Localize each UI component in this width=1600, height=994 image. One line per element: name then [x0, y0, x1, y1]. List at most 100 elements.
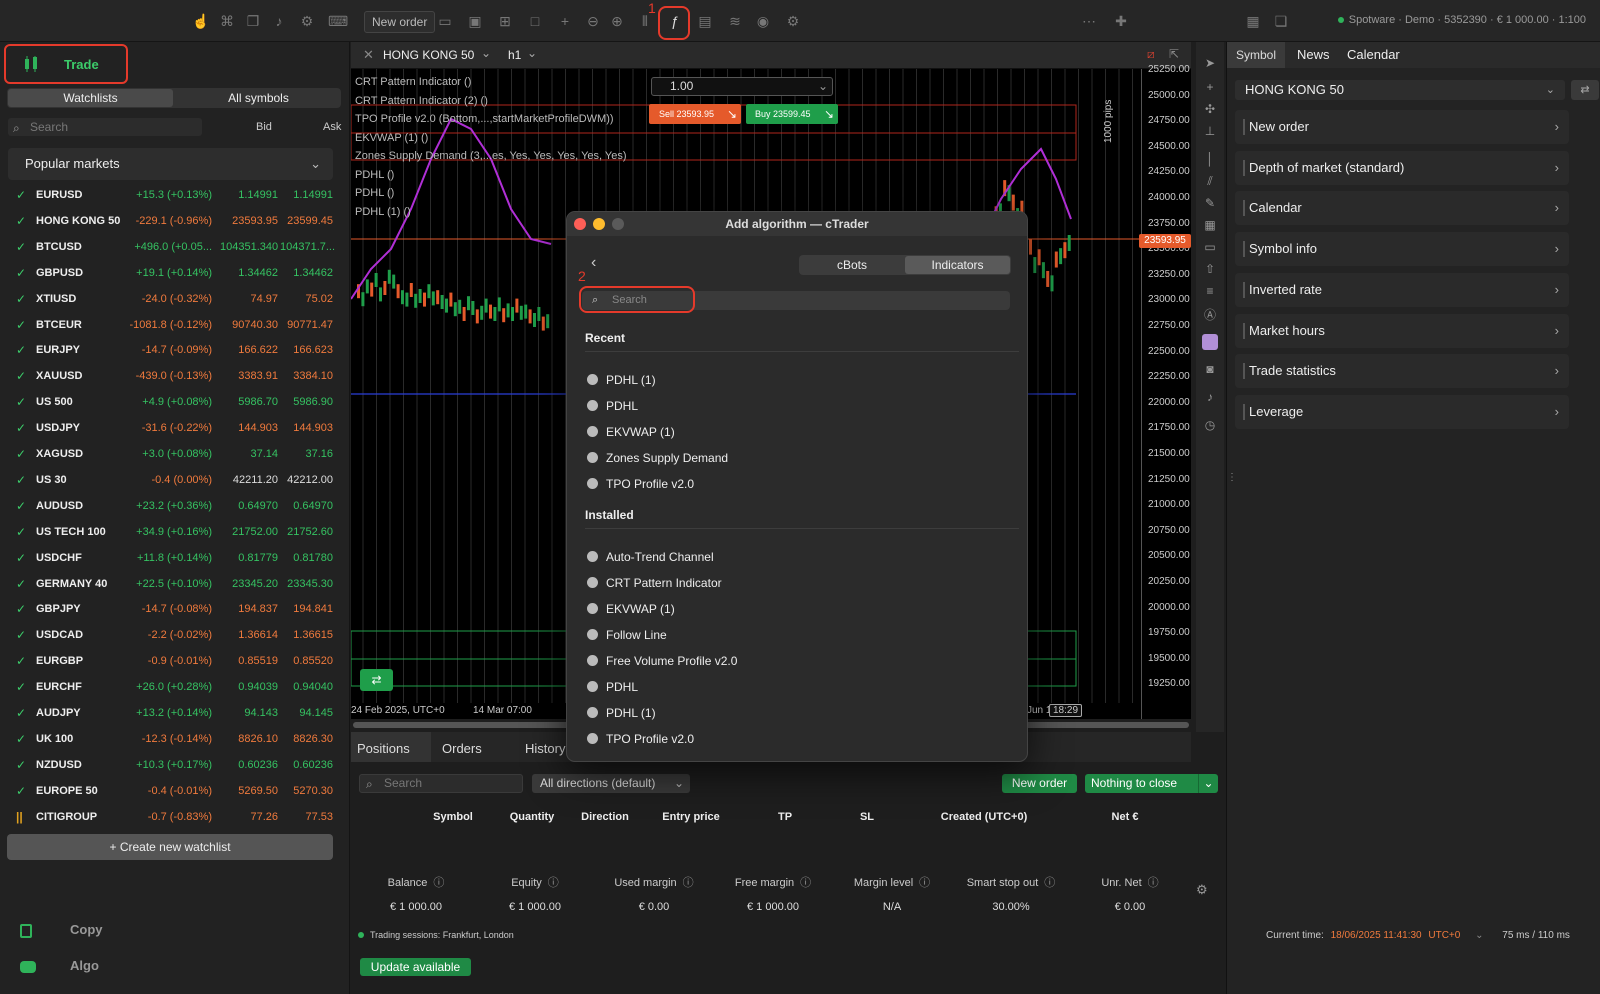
installed-algorithm-item[interactable]: Follow Line	[587, 628, 667, 642]
tab-positions[interactable]: Positions	[357, 741, 410, 756]
replay-icon[interactable]: ◷	[1202, 418, 1218, 432]
watchlist-row[interactable]: ✓ UK 100 -12.3 (-0.14%) 8826.10 8826.30	[8, 727, 338, 752]
eye-icon[interactable]: ◉	[754, 12, 772, 30]
back-icon[interactable]: ‹	[591, 254, 596, 272]
new-order-button[interactable]: New order	[364, 11, 436, 33]
indicator-label[interactable]: Zones Supply Demand (3,...es, Yes, Yes, …	[355, 150, 627, 162]
indicator-label[interactable]: TPO Profile v2.0 (Bottom,...,startMarket…	[355, 113, 614, 125]
watchlist-row[interactable]: ✓ XTIUSD -24.0 (-0.32%) 74.97 75.02	[8, 287, 338, 312]
indicator-label[interactable]: CRT Pattern Indicator (2) ()	[355, 95, 488, 107]
popout-icon[interactable]: ⇱	[1169, 47, 1179, 61]
column-header[interactable]: Entry price	[641, 811, 741, 823]
installed-algorithm-item[interactable]: PDHL	[587, 680, 638, 694]
column-header[interactable]: Direction	[555, 811, 655, 823]
quick-trade-icon[interactable]: ⇄	[360, 669, 393, 691]
chevron-down-icon[interactable]: ⌄	[527, 46, 537, 60]
installed-algorithm-item[interactable]: TPO Profile v2.0	[587, 732, 694, 746]
info-icon[interactable]: ⓘ	[683, 877, 694, 889]
text-icon[interactable]: ≡	[1202, 284, 1218, 298]
chevron-down-icon[interactable]: ⌄	[1198, 774, 1218, 793]
tab-calendar[interactable]: Calendar	[1347, 47, 1400, 62]
recent-algorithm-item[interactable]: EKVWAP (1)	[587, 425, 675, 439]
buy-button[interactable]: Buy 23599.45 ↘	[746, 104, 838, 124]
rectangle-icon[interactable]: ▭	[1202, 240, 1218, 254]
trade-app-button[interactable]: Trade	[4, 44, 128, 84]
template-icon[interactable]: ▤	[696, 12, 714, 30]
crosshair-icon[interactable]: +	[1202, 80, 1218, 94]
square-icon[interactable]: □	[526, 12, 544, 30]
installed-algorithm-item[interactable]: CRT Pattern Indicator	[587, 576, 722, 590]
watchlist-row[interactable]: ✓ NZDUSD +10.3 (+0.17%) 0.60236 0.60236	[8, 753, 338, 778]
settings-icon[interactable]: ⚙	[1196, 882, 1208, 898]
puzzle-icon[interactable]: ✚	[1112, 12, 1130, 30]
touch-icon[interactable]: ☝	[192, 12, 210, 30]
watchlist-row[interactable]: ✓ EURCHF +26.0 (+0.28%) 0.94039 0.94040	[8, 675, 338, 700]
watchlist-row[interactable]: ✓ USDCAD -2.2 (-0.02%) 1.36614 1.36615	[8, 623, 338, 648]
more-icon[interactable]: ⋯	[1080, 12, 1098, 30]
minimize-window-icon[interactable]	[593, 218, 605, 230]
tab-watchlists[interactable]: Watchlists	[8, 89, 173, 107]
measure-icon[interactable]: ⊥	[1202, 124, 1218, 138]
update-available-button[interactable]: Update available	[360, 958, 471, 976]
column-header[interactable]: Created (UTC+0)	[934, 811, 1034, 823]
symbol-card[interactable]: Leverage ›	[1235, 394, 1569, 429]
recent-algorithm-item[interactable]: PDHL (1)	[587, 373, 656, 387]
tab-news[interactable]: News	[1297, 47, 1330, 62]
indicator-label[interactable]: PDHL (1) ()	[355, 206, 411, 218]
cursor-icon[interactable]: ➤	[1202, 56, 1218, 70]
chart-timeframe[interactable]: h1	[508, 48, 521, 62]
indicator-label[interactable]: PDHL ()	[355, 187, 394, 199]
watchlist-row[interactable]: ✓ GERMANY 40 +22.5 (+0.10%) 23345.20 23345.3…	[8, 572, 338, 597]
label-icon[interactable]: Ⓐ	[1202, 306, 1218, 322]
recent-algorithm-item[interactable]: Zones Supply Demand	[587, 451, 728, 465]
crosshair-icon[interactable]: +	[556, 12, 574, 30]
watchlist-row[interactable]: ✓ USDCHF +11.8 (+0.14%) 0.81779 0.81780	[8, 546, 338, 571]
watchlist-selector[interactable]: Popular markets ⌄	[8, 148, 333, 180]
zoom-in-icon[interactable]: ⊕	[608, 12, 626, 30]
tab-orders[interactable]: Orders	[442, 741, 482, 756]
shape-icon[interactable]: ⇧	[1202, 262, 1218, 276]
line-icon[interactable]: │	[1202, 152, 1218, 166]
price-axis[interactable]: 25250.00 25000.00 24750.00 24500.00 24250.00…	[1141, 64, 1191, 719]
watchlist-row[interactable]: ✓ EURGBP -0.9 (-0.01%) 0.85519 0.85520	[8, 649, 338, 674]
tab-all-symbols[interactable]: All symbols	[177, 89, 340, 107]
info-icon[interactable]: ⓘ	[1148, 877, 1159, 889]
watchlist-row[interactable]: ✓ EUROPE 50 -0.4 (-0.01%) 5269.50 5270.30	[8, 779, 338, 804]
indicator-label[interactable]: PDHL ()	[355, 169, 394, 181]
sound-icon[interactable]: ♪	[270, 12, 288, 30]
symbol-card[interactable]: Symbol info ›	[1235, 232, 1569, 267]
symbol-card[interactable]: Inverted rate ›	[1235, 272, 1569, 307]
indicator-label[interactable]: EKVWAP (1) ()	[355, 132, 428, 144]
symbol-card[interactable]: Market hours ›	[1235, 313, 1569, 348]
watchlist-row[interactable]: ✓ EURUSD +15.3 (+0.13%) 1.14991 1.14991	[8, 183, 338, 208]
symbol-select[interactable]: HONG KONG 50 ⌄	[1235, 80, 1565, 100]
symbol-action-icon[interactable]: ⇄	[1571, 80, 1599, 100]
indicator-label[interactable]: CRT Pattern Indicator ()	[355, 76, 471, 88]
column-header[interactable]: SL	[817, 811, 917, 823]
symbol-card[interactable]: New order ›	[1235, 110, 1569, 144]
chart-settings-icon[interactable]: ⚙	[784, 12, 802, 30]
resize-handle[interactable]: ⋮	[1227, 472, 1237, 494]
zoom-out-icon[interactable]: ⊖	[584, 12, 602, 30]
watchlist-row[interactable]: ✓ USDJPY -31.6 (-0.22%) 144.903 144.903	[8, 416, 338, 441]
watchlist-row[interactable]: ✓ XAUUSD -439.0 (-0.13%) 3383.91 3384.10	[8, 364, 338, 389]
info-icon[interactable]: ⓘ	[800, 877, 811, 889]
installed-algorithm-item[interactable]: PDHL (1)	[587, 706, 656, 720]
watchlist-row[interactable]: ✓ US 500 +4.9 (+0.08%) 5986.70 5986.90	[8, 390, 338, 415]
close-icon[interactable]: ✕	[363, 47, 374, 63]
watchlist-row[interactable]: ✓ AUDUSD +23.2 (+0.36%) 0.64970 0.64970	[8, 494, 338, 519]
symbol-card[interactable]: Depth of market (standard) ›	[1235, 150, 1569, 185]
keyboard-icon[interactable]: ⌨	[328, 12, 348, 30]
column-header[interactable]: Net €	[1075, 811, 1175, 823]
chevron-down-icon[interactable]: ⌄	[481, 46, 491, 60]
channel-icon[interactable]: ⫽	[1202, 174, 1218, 188]
watchlist-row[interactable]: || CITIGROUP -0.7 (-0.83%) 77.26 77.53	[8, 805, 338, 830]
copy-window-icon[interactable]: ❏	[1272, 12, 1290, 30]
recent-algorithm-item[interactable]: PDHL	[587, 399, 638, 413]
quantity-input[interactable]: 1.00 ⌄	[651, 77, 833, 96]
watchlist-row[interactable]: ✓ HONG KONG 50 -229.1 (-0.96%) 23593.95 2359…	[8, 209, 338, 234]
bell-icon[interactable]: ♪	[1202, 390, 1218, 404]
installed-algorithm-item[interactable]: EKVWAP (1)	[587, 602, 675, 616]
symbol-card[interactable]: Calendar ›	[1235, 191, 1569, 226]
tab-history[interactable]: History	[525, 741, 565, 756]
